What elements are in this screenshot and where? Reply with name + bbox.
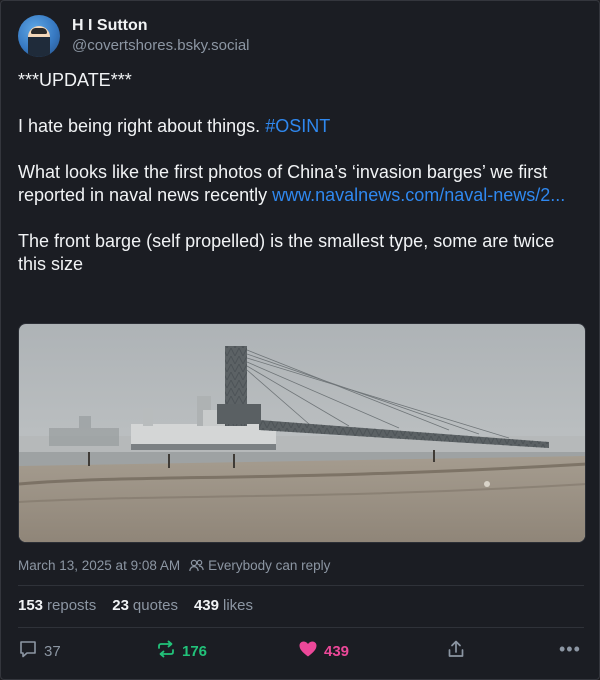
post-body: ***UPDATE*** I hate being right about th… (18, 69, 584, 276)
post-paragraph-size: The front barge (self propelled) is the … (18, 231, 555, 274)
post-timestamp[interactable]: March 13, 2025 at 9:08 AM (18, 558, 180, 573)
reply-button[interactable]: 37 (18, 639, 61, 663)
repost-icon (156, 639, 176, 663)
post-card: H I Sutton @covertshores.bsky.social ***… (0, 0, 600, 680)
post-actions: 37 176 439 ••• (18, 639, 584, 665)
share-icon (446, 639, 466, 663)
repost-button[interactable]: 176 (156, 639, 207, 663)
post-image[interactable] (18, 323, 586, 543)
like-count: 439 (324, 642, 350, 660)
author-display-name[interactable]: H I Sutton (72, 16, 250, 36)
like-button[interactable]: 439 (298, 639, 349, 663)
post-line-right-text: I hate being right about things. (18, 116, 266, 136)
more-options-button[interactable]: ••• (559, 639, 581, 660)
reposts-stat[interactable]: 153 reposts (18, 597, 96, 614)
divider (18, 627, 584, 628)
quotes-count: 23 (112, 597, 129, 614)
hashtag-link[interactable]: #OSINT (265, 116, 330, 136)
navalnews-link[interactable]: www.navalnews.com/naval-news/2... (272, 185, 565, 205)
likes-count: 439 (193, 597, 219, 614)
post-paragraph-barges: What looks like the first photos of Chin… (18, 161, 584, 207)
reposts-label: reposts (47, 597, 97, 614)
post-line-update: ***UPDATE*** (18, 70, 132, 90)
avatar-person-icon (28, 26, 50, 57)
reply-setting: Everybody can reply (208, 558, 331, 573)
ellipsis-icon: ••• (559, 639, 581, 659)
quotes-stat[interactable]: 23 quotes (112, 597, 178, 614)
heart-icon (298, 639, 318, 663)
barge-photo-illustration (19, 324, 585, 542)
likes-stat[interactable]: 439 likes (194, 597, 253, 614)
people-icon (189, 559, 204, 572)
post-line-right: I hate being right about things. #OSINT (18, 115, 584, 138)
author-names: H I Sutton @covertshores.bsky.social (72, 16, 250, 56)
share-button[interactable] (446, 639, 466, 663)
reposts-count: 153 (18, 597, 44, 614)
likes-label: likes (223, 597, 254, 614)
divider (18, 585, 584, 586)
quotes-label: quotes (132, 597, 178, 614)
reply-count: 37 (44, 642, 61, 660)
author-handle[interactable]: @covertshores.bsky.social (72, 36, 250, 56)
post-header: H I Sutton @covertshores.bsky.social (18, 15, 250, 57)
reply-icon (18, 639, 38, 663)
engagement-stats: 153 reposts 23 quotes 439 likes (18, 597, 269, 614)
avatar[interactable] (18, 15, 60, 57)
repost-count: 176 (182, 642, 208, 660)
post-meta: March 13, 2025 at 9:08 AM Everybody can … (18, 558, 330, 573)
